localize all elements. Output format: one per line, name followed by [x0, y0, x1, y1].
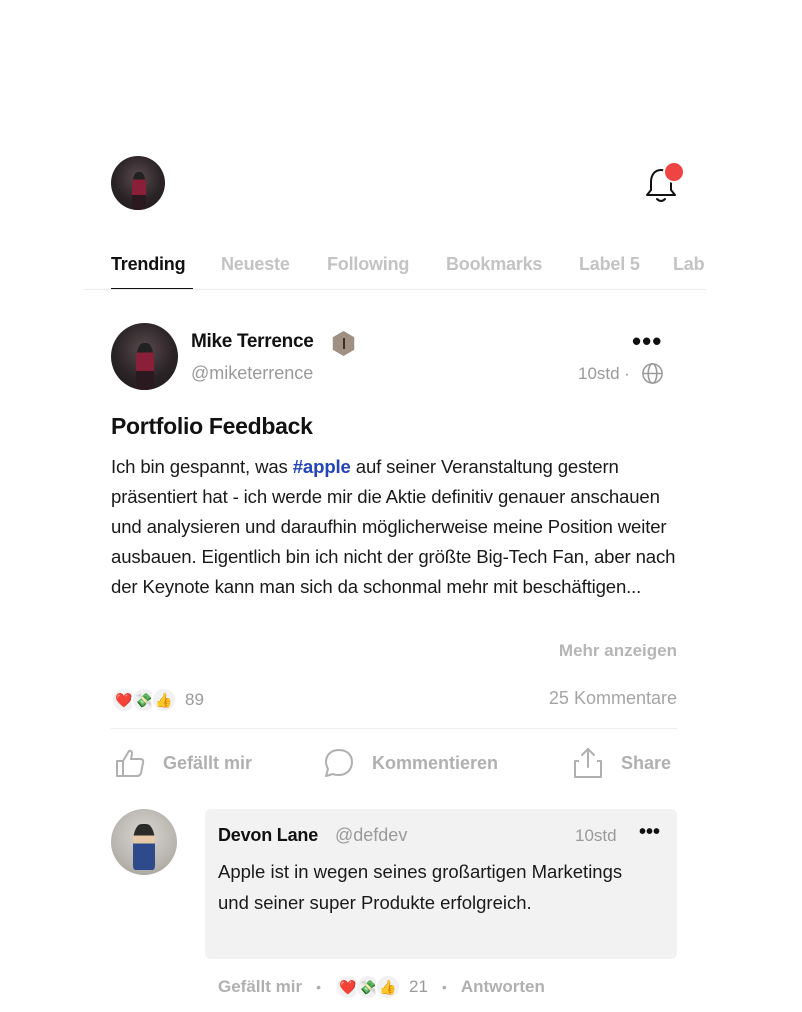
thumbs-up-icon [116, 749, 145, 777]
post-more-button[interactable]: ••• [632, 326, 662, 357]
share-button[interactable]: Share [571, 745, 671, 781]
hashtag-link[interactable]: #apple [293, 456, 351, 477]
commenter-avatar[interactable] [111, 809, 177, 875]
comment-footer: Gefällt mir • ❤️ 💸 👍 21 • Antworten [218, 973, 545, 1001]
comment-card: Devon Lane @defdev 10std ••• Apple ist i… [205, 809, 677, 959]
author-name[interactable]: Mike Terrence [191, 331, 314, 353]
globe-icon [642, 363, 663, 384]
commenter-name[interactable]: Devon Lane [218, 825, 318, 846]
comment-more-button[interactable]: ••• [639, 821, 660, 844]
separator-dot: • [441, 979, 447, 995]
active-tab-indicator [111, 288, 193, 289]
comment-reaction-count: 21 [409, 977, 428, 996]
author-avatar[interactable] [111, 323, 178, 390]
show-more-link[interactable]: Mehr anzeigen [559, 641, 677, 661]
commenter-handle[interactable]: @defdev [335, 825, 407, 846]
reactions-summary[interactable]: ❤️ 💸 👍 89 [111, 686, 204, 714]
tab-following[interactable]: Following [327, 254, 409, 275]
like-button[interactable]: Gefällt mir [113, 745, 252, 781]
post-body-text-rest: auf seiner Veranstaltung gestern präsent… [111, 456, 676, 597]
notification-dot [663, 161, 685, 183]
comment-button[interactable]: Kommentieren [322, 745, 498, 781]
tab-label-6[interactable]: Lab [673, 254, 705, 275]
tab-bookmarks[interactable]: Bookmarks [446, 254, 542, 275]
post-body-text: Ich bin gespannt, was [111, 456, 293, 477]
comment-text: Apple ist in wegen seines großartigen Ma… [218, 861, 623, 913]
share-icon [574, 748, 602, 778]
thumbs-up-reaction-icon: 👍 [151, 687, 177, 713]
tab-bar: Trending Neueste Following Bookmarks Lab… [84, 248, 706, 290]
post-body: Ich bin gespannt, was #apple auf seiner … [111, 452, 681, 602]
speech-bubble-icon [325, 749, 353, 777]
tab-label-5[interactable]: Label 5 [579, 254, 640, 275]
thumbs-up-reaction-icon: 👍 [375, 974, 401, 1000]
separator-dot: • [316, 979, 321, 995]
comment-like-button[interactable]: Gefällt mir [218, 977, 302, 997]
reply-button[interactable]: Antworten [461, 977, 545, 997]
like-button-label: Gefällt mir [163, 752, 253, 773]
tab-neueste[interactable]: Neueste [221, 254, 290, 275]
divider [111, 728, 677, 729]
comment-reactions[interactable]: ❤️ 💸 👍 [335, 974, 401, 1000]
comment-count-link[interactable]: 25 Kommentare [549, 688, 677, 709]
post-timestamp: 10std · [578, 364, 630, 383]
author-handle[interactable]: @miketerrence [191, 363, 313, 384]
tab-trending[interactable]: Trending [111, 254, 186, 275]
reaction-count: 89 [185, 690, 204, 709]
post-title: Portfolio Feedback [111, 413, 313, 439]
share-button-label: Share [621, 752, 672, 773]
comment-button-label: Kommentieren [372, 752, 499, 773]
profile-avatar[interactable] [111, 156, 165, 210]
comment-timestamp: 10std [575, 826, 617, 845]
